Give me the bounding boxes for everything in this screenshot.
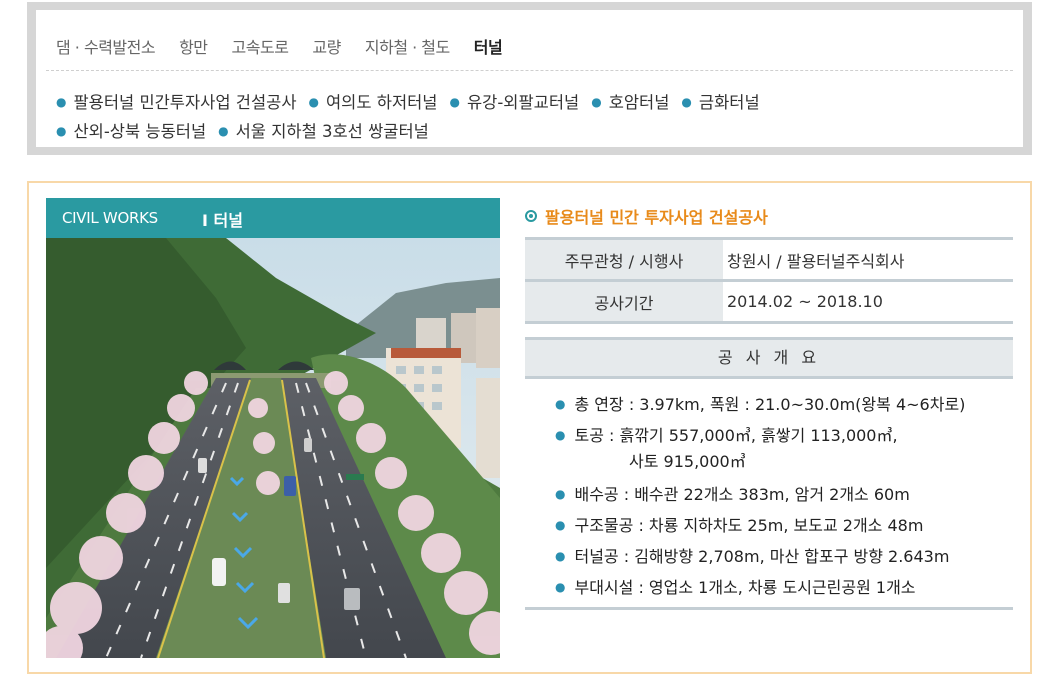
table-row: 주무관청 / 시행사 창원시 / 팔용터널주식회사 <box>525 238 1013 282</box>
info-value: 창원시 / 팔용터널주식회사 <box>723 238 1013 282</box>
category-nav: 댐 · 수력발전소 항만 고속도로 교량 지하철 · 철도 터널 <box>56 34 526 58</box>
divider <box>46 70 1013 71</box>
banner-civil-works: CIVIL WORKS <box>62 209 158 227</box>
bullet-icon: ● <box>591 95 602 109</box>
bullet-icon: ● <box>449 95 460 109</box>
category-tunnel[interactable]: 터널 <box>474 34 503 58</box>
project-info: 팔용터널 민간 투자사업 건설공사 주무관청 / 시행사 창원시 / 팔용터널주… <box>525 204 1013 610</box>
category-harbor[interactable]: 항만 <box>179 34 208 58</box>
project-link[interactable]: ● 여의도 하저터널 <box>309 90 438 115</box>
project-link-label: 서울 지하철 3호선 쌍굴터널 <box>235 122 429 141</box>
project-link-label: 금화터널 <box>698 93 760 112</box>
info-table: 주무관청 / 시행사 창원시 / 팔용터널주식회사 공사기간 2014.02 ~… <box>525 237 1013 324</box>
bullet-icon: ● <box>555 397 566 411</box>
table-row: 공사기간 2014.02 ~ 2018.10 <box>525 280 1013 324</box>
project-links: ● 팔용터널 민간투자사업 건설공사 ● 여의도 하저터널 ● 유강-외팔교터널 ● 호… <box>56 90 1016 148</box>
project-link-label: 호암터널 <box>608 93 670 112</box>
list-item-text: 배수공 : 배수관 22개소 383m, 암거 2개소 60m <box>574 485 910 504</box>
project-link-label: 여의도 하저터널 <box>325 93 438 112</box>
bullet-icon: ● <box>555 518 566 532</box>
bullet-icon: ● <box>555 580 566 594</box>
summary-heading: 공 사 개 요 <box>525 337 1013 379</box>
list-item: ● 터널공 : 김해방향 2,708m, 마산 합포구 방향 2.643m <box>555 541 1013 572</box>
project-link[interactable]: ● 유강-외팔교터널 <box>450 90 580 115</box>
target-bullet-icon <box>525 210 537 222</box>
info-value: 2014.02 ~ 2018.10 <box>723 280 1013 324</box>
info-label: 공사기간 <box>525 280 723 324</box>
list-item: ● 배수공 : 배수관 22개소 383m, 암거 2개소 60m <box>555 479 1013 510</box>
list-item: ● 총 연장 : 3.97km, 폭원 : 21.0~30.0m(왕복 4~6차로… <box>555 389 1013 420</box>
project-link-label: 유강-외팔교터널 <box>466 93 580 112</box>
section-banner: CIVIL WORKS I 터널 <box>46 198 500 238</box>
project-link[interactable]: ● 호암터널 <box>591 90 669 115</box>
project-detail-panel: CIVIL WORKS I 터널 팔용터널 민간 투자사업 건설공사 주무관청 … <box>27 181 1032 674</box>
list-item-text: 토공 : 흙깎기 557,000㎥, 흙쌓기 113,000㎥, <box>574 426 898 445</box>
summary-list: ● 총 연장 : 3.97km, 폭원 : 21.0~30.0m(왕복 4~6차로… <box>525 379 1013 603</box>
category-highway[interactable]: 고속도로 <box>232 34 289 58</box>
list-item-text: 터널공 : 김해방향 2,708m, 마산 합포구 방향 2.643m <box>574 547 950 566</box>
category-panel-inner: 댐 · 수력발전소 항만 고속도로 교량 지하철 · 철도 터널 ● 팔용터널 민… <box>36 10 1023 147</box>
project-title: 팔용터널 민간 투자사업 건설공사 <box>525 204 1013 228</box>
list-item-text: 구조물공 : 차룡 지하차도 25m, 보도교 2개소 48m <box>574 516 924 535</box>
list-item-continuation: 사토 915,000㎥ <box>629 452 746 471</box>
tunnel-road-illustration <box>46 238 500 658</box>
bullet-icon: ● <box>56 95 67 109</box>
project-link[interactable]: ● 산외-상북 능동터널 <box>56 119 206 144</box>
project-link-label: 팔용터널 민간투자사업 건설공사 <box>73 93 297 112</box>
category-bridge[interactable]: 교량 <box>312 34 341 58</box>
bullet-icon: ● <box>681 95 692 109</box>
project-link[interactable]: ● 서울 지하철 3호선 쌍굴터널 <box>218 119 429 144</box>
project-link[interactable]: ● 금화터널 <box>681 90 759 115</box>
bullet-icon: ● <box>56 124 67 138</box>
project-link-label: 산외-상북 능동터널 <box>73 122 207 141</box>
project-photo <box>46 238 500 658</box>
category-dam[interactable]: 댐 · 수력발전소 <box>56 34 156 58</box>
project-links-row-2: ● 산외-상북 능동터널 ● 서울 지하철 3호선 쌍굴터널 <box>56 119 1016 144</box>
info-label: 주무관청 / 시행사 <box>525 238 723 282</box>
summary-bottom-rule <box>525 607 1013 610</box>
category-panel: 댐 · 수력발전소 항만 고속도로 교량 지하철 · 철도 터널 ● 팔용터널 민… <box>27 2 1032 155</box>
project-link[interactable]: ● 팔용터널 민간투자사업 건설공사 <box>56 90 297 115</box>
banner-section: I 터널 <box>202 211 243 230</box>
list-item: ● 구조물공 : 차룡 지하차도 25m, 보도교 2개소 48m <box>555 510 1013 541</box>
list-item: ● 토공 : 흙깎기 557,000㎥, 흙쌓기 113,000㎥, <box>555 420 1013 451</box>
bullet-icon: ● <box>555 487 566 501</box>
list-item-text: 부대시설 : 영업소 1개소, 차룡 도시근린공원 1개소 <box>574 578 916 597</box>
project-links-row-1: ● 팔용터널 민간투자사업 건설공사 ● 여의도 하저터널 ● 유강-외팔교터널 ● 호… <box>56 90 1016 115</box>
bullet-icon: ● <box>555 549 566 563</box>
bullet-icon: ● <box>555 428 566 442</box>
project-title-text: 팔용터널 민간 투자사업 건설공사 <box>545 208 768 227</box>
bullet-icon: ● <box>308 95 319 109</box>
category-subway[interactable]: 지하철 · 철도 <box>365 34 450 58</box>
list-item-text: 총 연장 : 3.97km, 폭원 : 21.0~30.0m(왕복 4~6차로) <box>574 395 966 414</box>
bullet-icon: ● <box>218 124 229 138</box>
list-item: ● 부대시설 : 영업소 1개소, 차룡 도시근린공원 1개소 <box>555 572 1013 603</box>
